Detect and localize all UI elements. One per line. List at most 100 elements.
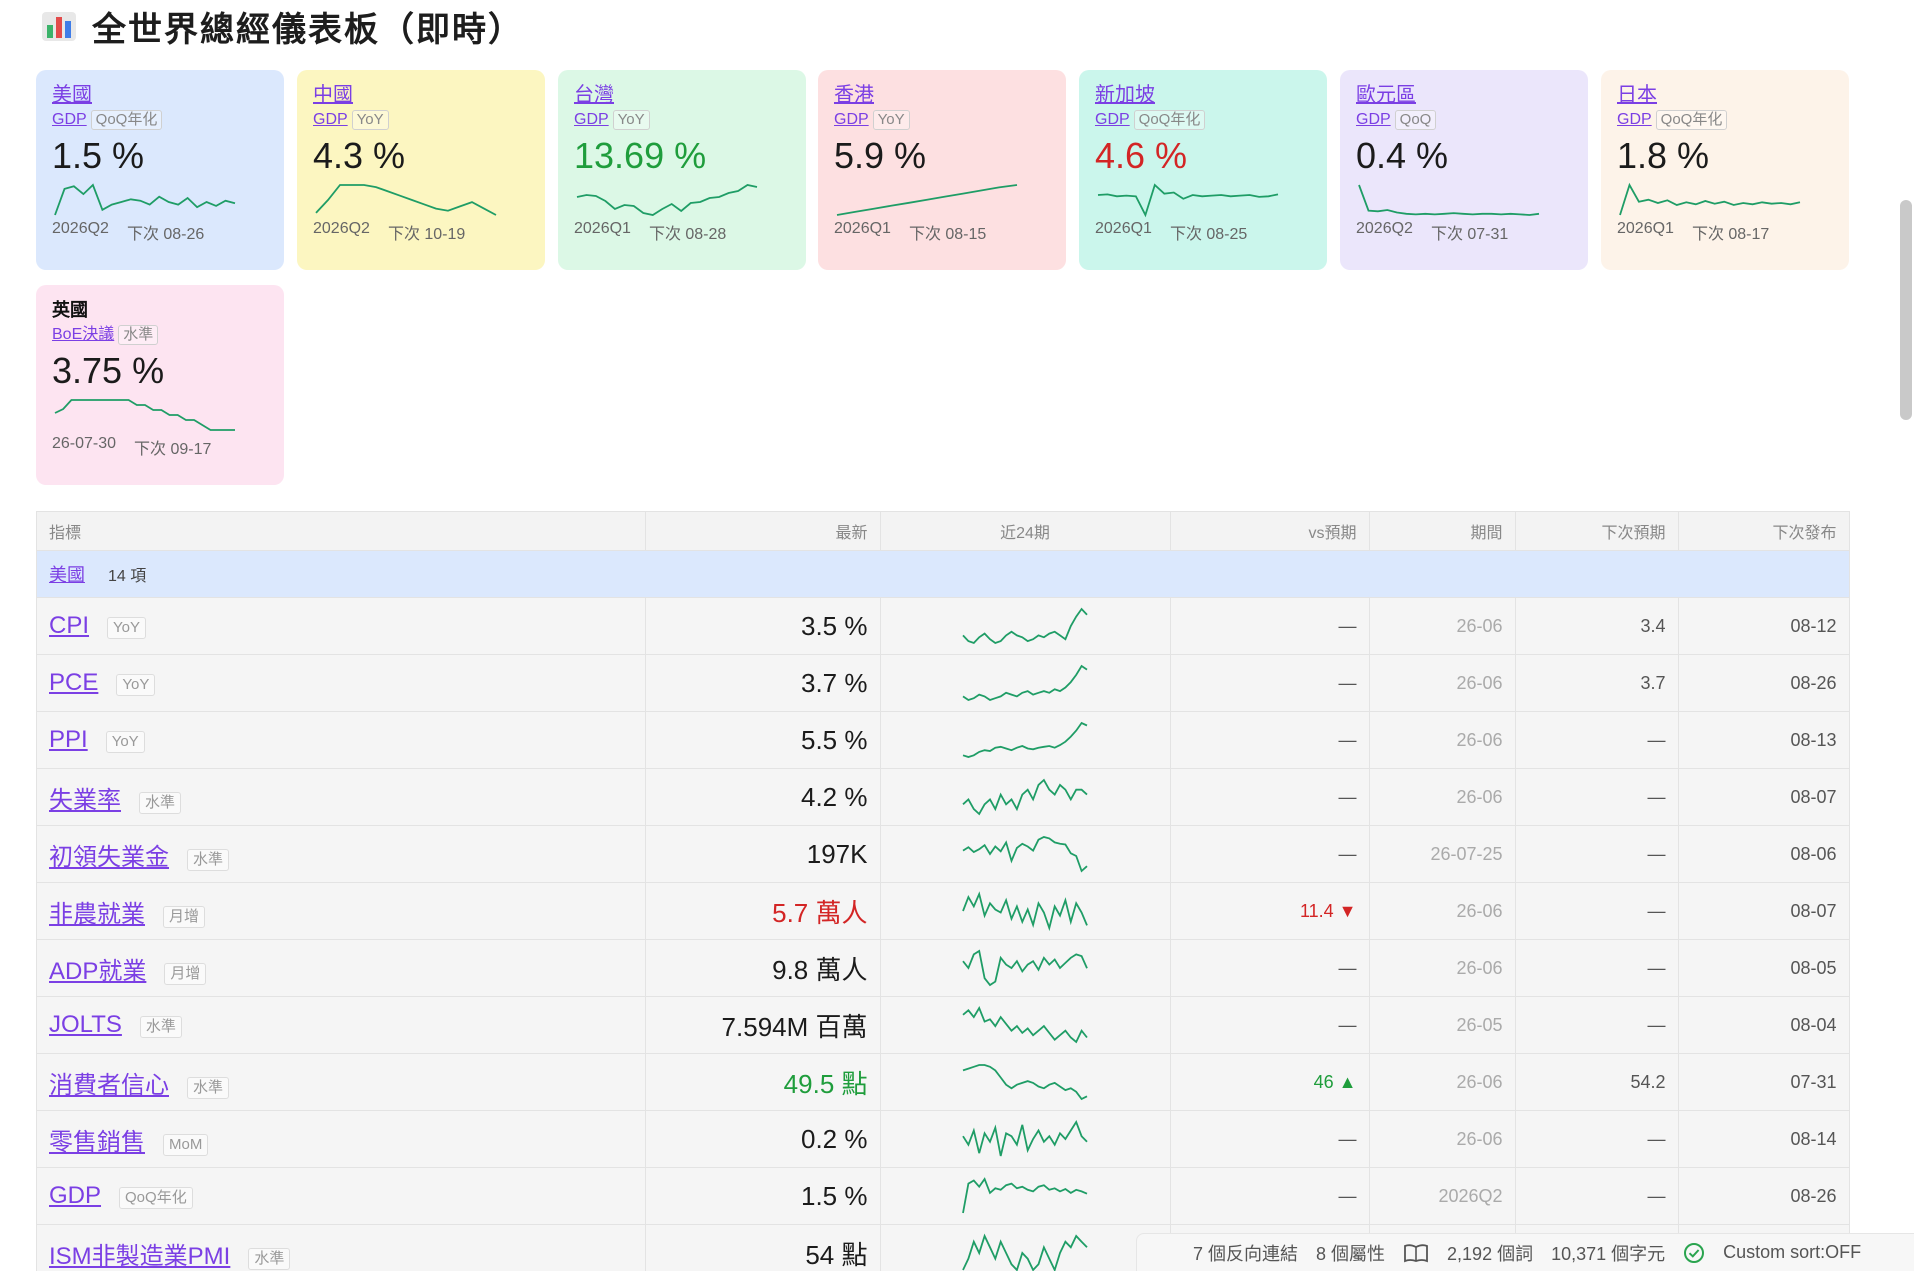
indicator-link[interactable]: CPI — [49, 612, 89, 639]
table-row: JOLTS 水準 7.594M 百萬 — 26-05 — 08-04 — [37, 996, 1850, 1054]
card-indicator-link[interactable]: BoE決議 — [52, 325, 114, 345]
card-sparkline — [1097, 183, 1279, 218]
table-row: 非農就業 月增 5.7 萬人 11.4 ▼ 26-06 — 08-07 — [37, 882, 1850, 940]
latest-cell: 3.7 % — [645, 654, 881, 712]
sparkline-path — [1619, 182, 1801, 216]
card-period: 26-07-30 — [52, 435, 117, 452]
card-indicator-link[interactable]: GDP — [1356, 110, 1391, 130]
next-forecast-cell: — — [1515, 825, 1679, 883]
table-row: PCE YoY 3.7 % — 26-06 3.7 08-26 — [37, 654, 1850, 712]
card-indicator-link[interactable]: GDP — [574, 110, 609, 130]
col-header-period[interactable]: 期間 — [1369, 512, 1516, 551]
next-forecast-cell: — — [1515, 768, 1679, 826]
next-release-value: 08-05 — [1790, 957, 1837, 978]
card-next-release: 下次 10-19 — [387, 226, 466, 243]
vs-forecast-cell: — — [1170, 654, 1370, 712]
col-header-next-forecast[interactable]: 下次預期 — [1515, 512, 1679, 551]
latest-value: 9.8 萬人 — [772, 954, 868, 985]
indicator-cell: 零售銷售 MoM — [37, 1110, 646, 1168]
col-header-trend[interactable]: 近24期 — [880, 512, 1171, 551]
custom-sort-status[interactable]: Custom sort:OFF — [1723, 1242, 1861, 1263]
scrollbar[interactable] — [1900, 200, 1912, 420]
row-sparkline — [962, 949, 1088, 987]
card-country-link[interactable]: 台灣 — [574, 82, 614, 108]
indicator-link[interactable]: ADP就業 — [49, 958, 146, 985]
next-release-cell: 08-06 — [1678, 825, 1850, 883]
latest-cell: 54 點 — [645, 1224, 881, 1271]
vs-forecast-cell: — — [1170, 768, 1370, 826]
book-icon[interactable] — [1403, 1243, 1429, 1263]
indicator-link[interactable]: GDP — [49, 1182, 101, 1209]
col-header-next-release[interactable]: 下次發布 — [1678, 512, 1850, 551]
indicator-tag-badge: 月增 — [164, 962, 207, 985]
col-header-latest[interactable]: 最新 — [645, 512, 881, 551]
card-country-link[interactable]: 美國 — [52, 82, 92, 108]
indicator-cell: ISM非製造業PMI 水準 — [37, 1224, 646, 1271]
row-sparkline — [962, 891, 1088, 931]
char-count: 10,371 個字元 — [1551, 1243, 1666, 1264]
properties-count[interactable]: 8 個屬性 — [1316, 1240, 1385, 1266]
sparkline-path — [962, 721, 1088, 758]
indicator-link[interactable]: PPI — [49, 726, 88, 753]
vs-forecast-value: — — [1338, 957, 1357, 978]
indicator-link[interactable]: 消費者信心 — [49, 1072, 169, 1099]
card-indicator-link[interactable]: GDP — [1617, 110, 1652, 130]
sparkline-path — [1097, 183, 1279, 218]
card-indicator-link[interactable]: GDP — [1095, 110, 1130, 130]
card-meta: GDP YoY — [574, 110, 790, 130]
indicator-link[interactable]: PCE — [49, 669, 98, 696]
period-cell: 26-07-25 — [1369, 825, 1516, 883]
card-footer: 2026Q2 下次 07-31 — [1356, 220, 1572, 244]
indicator-link[interactable]: ISM非製造業PMI — [49, 1243, 230, 1270]
indicator-link[interactable]: 非農就業 — [49, 901, 145, 928]
sparkline-path — [836, 184, 1018, 216]
latest-value: 49.5 點 — [783, 1068, 868, 1099]
vs-forecast-value: — — [1338, 615, 1357, 636]
vs-forecast-cell: — — [1170, 597, 1370, 655]
group-link[interactable]: 美國 — [49, 565, 85, 585]
card-indicator-link[interactable]: GDP — [313, 110, 348, 130]
vs-forecast-cell: 46 ▲ — [1170, 1053, 1370, 1111]
card-indicator-link[interactable]: GDP — [834, 110, 869, 130]
vs-forecast-value: — — [1338, 1185, 1357, 1206]
card-indicator-link[interactable]: GDP — [52, 110, 87, 130]
card-meta: GDP QoQ年化 — [1095, 110, 1311, 130]
row-sparkline — [962, 1005, 1088, 1044]
latest-value: 5.7 萬人 — [772, 897, 868, 928]
table-row: PPI YoY 5.5 % — 26-06 — 08-13 — [37, 711, 1850, 769]
card-country-link[interactable]: 歐元區 — [1356, 82, 1416, 108]
card-country-link[interactable]: 中國 — [313, 82, 353, 108]
card-value: 4.3 % — [313, 135, 406, 176]
latest-value: 0.2 % — [801, 1123, 868, 1154]
card-country-link[interactable]: 日本 — [1617, 82, 1657, 108]
next-forecast-value: 54.2 — [1630, 1071, 1666, 1092]
period-value: 26-06 — [1456, 786, 1503, 807]
card-period: 2026Q1 — [574, 220, 631, 237]
group-row-usa: 美國 14 項 — [37, 550, 1849, 598]
card-country-link[interactable]: 新加坡 — [1095, 82, 1155, 108]
latest-value: 3.5 % — [801, 610, 868, 641]
card-footer: 2026Q1 下次 08-28 — [574, 220, 790, 244]
indicator-link[interactable]: 零售銷售 — [49, 1129, 145, 1156]
col-header-vs-forecast[interactable]: vs預期 — [1170, 512, 1370, 551]
country-card: 中國 GDP YoY 4.3 % 2026Q2 下次 10-19 — [297, 70, 545, 270]
indicator-cell: JOLTS 水準 — [37, 996, 646, 1054]
period-cell: 26-06 — [1369, 711, 1516, 769]
trend-cell — [880, 654, 1171, 712]
trend-cell — [880, 939, 1171, 997]
indicator-link[interactable]: 失業率 — [49, 787, 121, 814]
indicator-link[interactable]: 初領失業金 — [49, 844, 169, 871]
card-next-release: 下次 09-17 — [134, 441, 212, 458]
sparkline-path — [576, 184, 758, 216]
sparkline-path — [962, 664, 1088, 701]
col-header-indicator[interactable]: 指標 — [37, 512, 646, 551]
sparkline-path — [962, 1064, 1088, 1101]
period-cell: 26-06 — [1369, 768, 1516, 826]
card-next-release: 下次 08-26 — [126, 226, 205, 243]
backlinks-count[interactable]: 7 個反向連結 — [1193, 1240, 1298, 1266]
indicator-link[interactable]: JOLTS — [49, 1011, 122, 1038]
card-country-link[interactable]: 香港 — [834, 82, 874, 108]
period-cell: 26-06 — [1369, 1110, 1516, 1168]
period-value: 26-06 — [1456, 1128, 1503, 1149]
card-tag-badge: YoY — [612, 110, 650, 130]
